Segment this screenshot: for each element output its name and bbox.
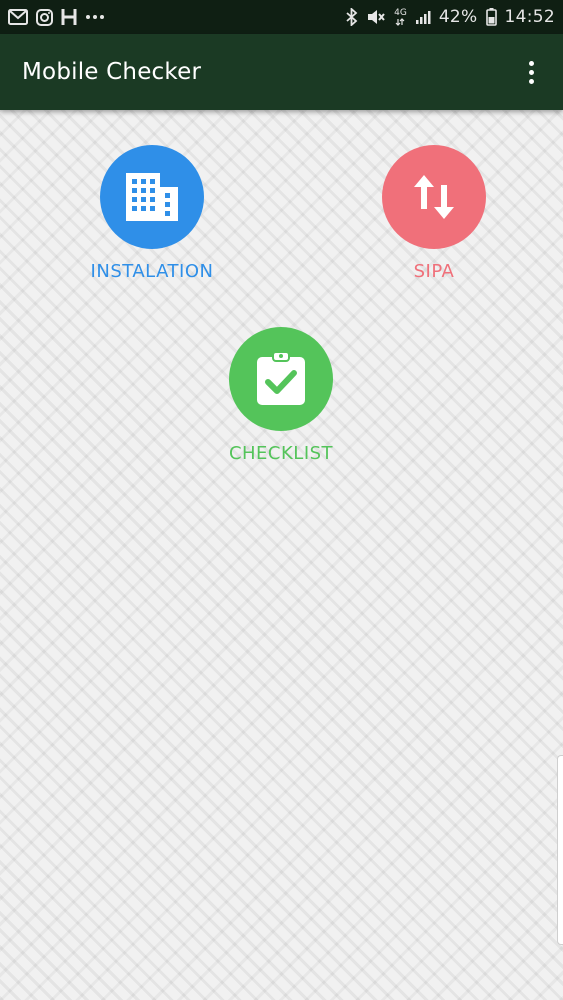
checklist-label[interactable]: CHECKLIST bbox=[229, 443, 333, 464]
signal-icon bbox=[415, 9, 431, 25]
status-bar-right: 4G 42% 14:52 bbox=[346, 7, 555, 27]
mute-icon bbox=[366, 8, 386, 26]
hotel-h-icon bbox=[61, 8, 77, 26]
gmail-icon bbox=[8, 9, 28, 25]
network-4g-icon: 4G bbox=[394, 7, 407, 26]
status-time: 14:52 bbox=[504, 7, 555, 27]
instalation-circle[interactable] bbox=[100, 145, 204, 249]
instalation-button[interactable]: INSTALATION bbox=[80, 145, 224, 282]
status-bar: 4G 42% 14:52 bbox=[0, 0, 563, 34]
battery-icon bbox=[485, 8, 497, 26]
app-title: Mobile Checker bbox=[22, 59, 202, 85]
swap-vertical-icon bbox=[414, 175, 454, 219]
battery-percent: 42% bbox=[438, 7, 478, 27]
bluetooth-icon bbox=[346, 8, 358, 26]
edge-panel-handle[interactable] bbox=[557, 755, 563, 945]
checklist-button[interactable]: CHECKLIST bbox=[209, 327, 353, 464]
sipa-button[interactable]: SIPA bbox=[362, 145, 506, 282]
instagram-icon bbox=[36, 8, 53, 26]
main-content: INSTALATION SIPA CHECKLIST bbox=[0, 110, 563, 1000]
status-bar-left bbox=[8, 8, 105, 26]
instalation-label[interactable]: INSTALATION bbox=[91, 261, 214, 282]
more-dots-icon bbox=[85, 14, 105, 20]
sipa-label[interactable]: SIPA bbox=[414, 261, 455, 282]
building-icon bbox=[126, 173, 178, 221]
sipa-circle[interactable] bbox=[382, 145, 486, 249]
app-bar: Mobile Checker bbox=[0, 34, 563, 110]
clipboard-check-icon bbox=[257, 351, 305, 405]
more-vert-icon[interactable] bbox=[519, 52, 543, 92]
checklist-circle[interactable] bbox=[229, 327, 333, 431]
network-label: 4G bbox=[394, 7, 407, 18]
